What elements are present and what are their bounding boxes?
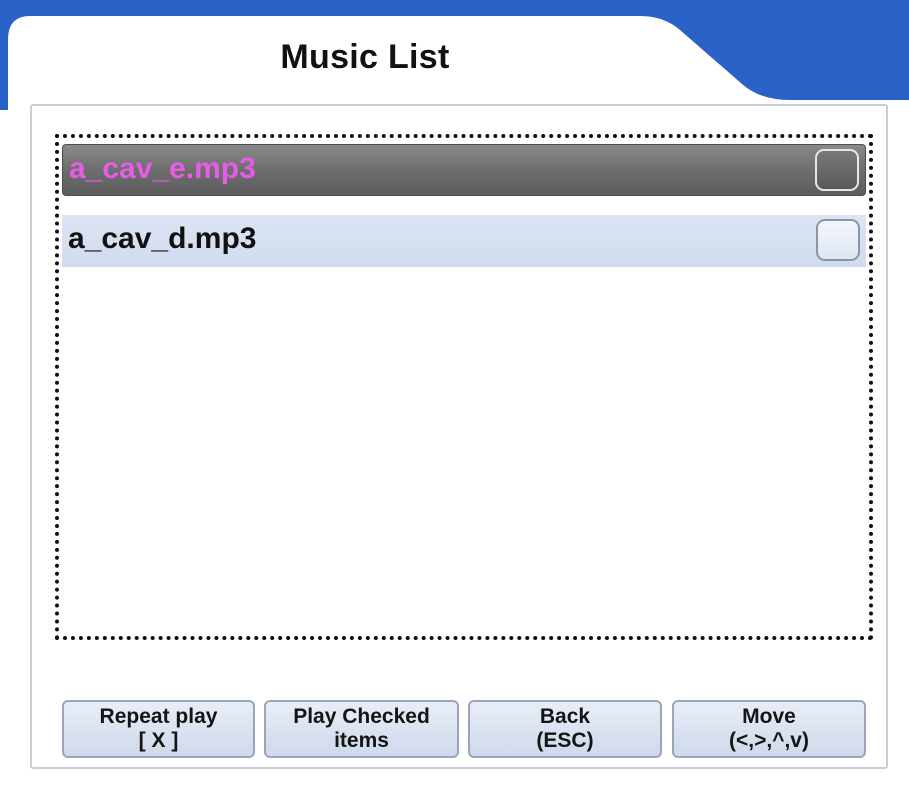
back-hotkey: (ESC) (536, 729, 594, 752)
list-item-filename: a_cav_e.mp3 (69, 152, 256, 185)
list-item[interactable]: a_cav_e.mp3 (62, 144, 866, 196)
page-title: Music List (280, 38, 450, 76)
repeat-play-button[interactable]: Repeat play [ X ] (62, 700, 255, 758)
move-label: Move (742, 705, 796, 728)
list-item-checkbox[interactable] (815, 149, 859, 191)
move-button[interactable]: Move (<,>,^,v) (672, 700, 866, 758)
play-checked-label-line2: items (334, 729, 389, 752)
move-hotkey: (<,>,^,v) (729, 729, 809, 752)
list-item[interactable]: a_cav_d.mp3 (62, 215, 866, 267)
play-checked-label: Play Checked (293, 705, 430, 728)
back-label: Back (539, 705, 591, 728)
back-button[interactable]: Back (ESC) (468, 700, 662, 758)
list-item-checkbox[interactable] (816, 219, 860, 261)
repeat-play-hotkey: [ X ] (138, 729, 179, 752)
music-list-screen: Music List a_cav_e.mp3 a_cav_d.mp3 Repea… (0, 0, 909, 785)
repeat-play-label: Repeat play (99, 705, 218, 728)
list-item-filename: a_cav_d.mp3 (68, 222, 257, 255)
play-checked-button[interactable]: Play Checked items (264, 700, 459, 758)
music-file-list[interactable] (55, 134, 873, 640)
